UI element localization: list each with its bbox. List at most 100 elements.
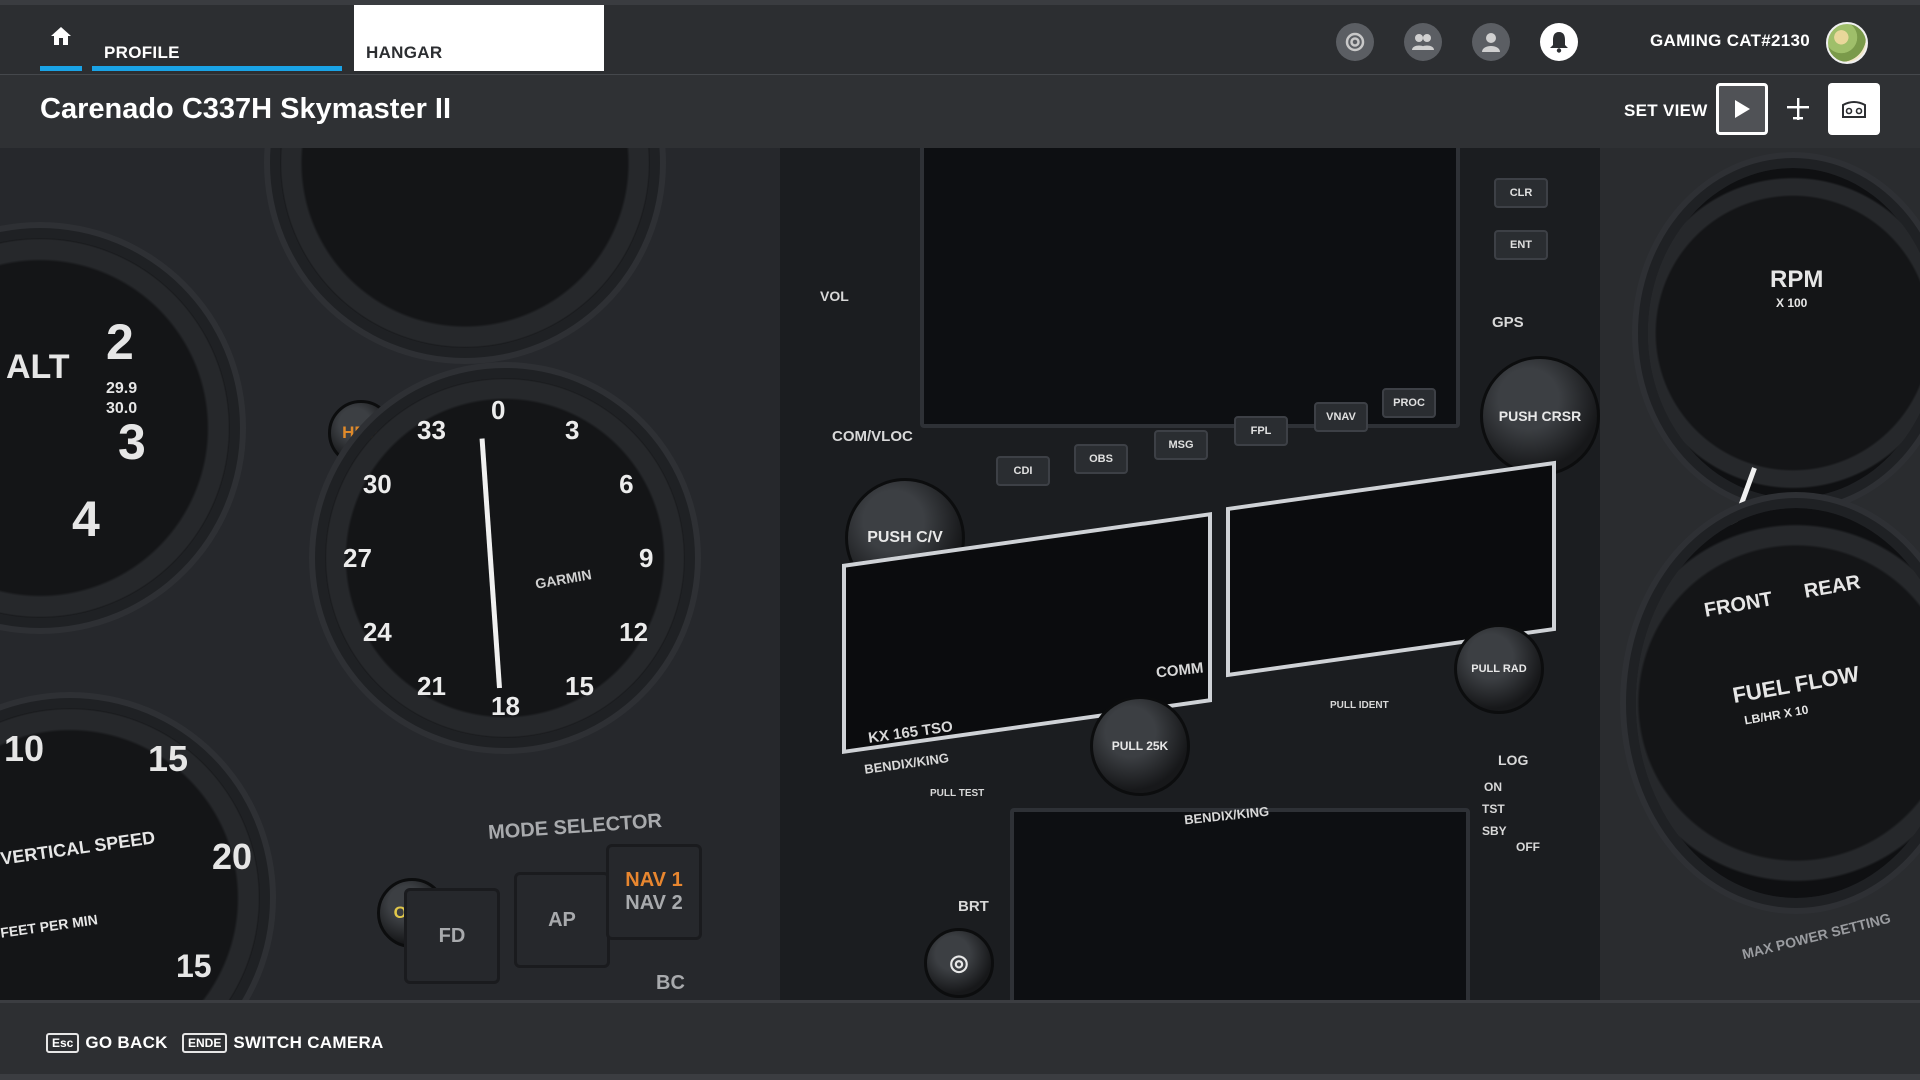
- tab-hangar[interactable]: HANGAR: [354, 5, 604, 71]
- home-tab[interactable]: [40, 5, 82, 71]
- aircraft-view-button[interactable]: [1772, 83, 1824, 135]
- rpm-label: RPM: [1770, 266, 1824, 293]
- button-label: VNAV: [1326, 411, 1356, 423]
- play-icon: [1735, 100, 1750, 118]
- vol-label: VOL: [820, 288, 849, 304]
- user-name[interactable]: GAMING CAT#2130: [1650, 31, 1810, 51]
- hsi-compass-mark: 24: [362, 617, 392, 647]
- lower-radio-screen: [1010, 808, 1470, 1000]
- set-view-label: SET VIEW: [1624, 101, 1708, 120]
- avatar[interactable]: [1826, 22, 1868, 64]
- ende-key: ENDE: [182, 1033, 228, 1053]
- log-position-tst: TST: [1482, 802, 1505, 816]
- gps-cdi-button[interactable]: CDI: [996, 456, 1050, 486]
- mode-button-nav[interactable]: NAV 1 NAV 2: [606, 844, 702, 940]
- rpm-units: X 100: [1776, 296, 1808, 310]
- vsi-mark: 15: [176, 948, 212, 984]
- rpm-gauge: [1648, 168, 1920, 498]
- gps-clr-button[interactable]: CLR: [1494, 178, 1548, 208]
- pull-25k-label: PULL 25K: [1111, 739, 1169, 753]
- tab-profile[interactable]: PROFILE: [92, 5, 342, 71]
- altimeter-label: ALT: [6, 348, 70, 386]
- hsi-compass-marks: 0 3 6 9 12 15 18 21 24 27 30 33: [325, 378, 685, 738]
- panel-view-button[interactable]: [1828, 83, 1880, 135]
- vsi-mark: 15: [148, 738, 189, 779]
- hsi-compass-mark: 30: [362, 469, 392, 499]
- mode-button-nav1-label: NAV 1: [625, 869, 683, 891]
- hsi-compass-mark: 0: [491, 395, 506, 425]
- mode-button-fd[interactable]: FD: [404, 888, 500, 984]
- page-title: Carenado C337H Skymaster II: [40, 93, 452, 125]
- nav-tuning-knob[interactable]: PULL RAD: [1454, 624, 1544, 714]
- gps-crsr-knob[interactable]: PUSH CRSR: [1480, 356, 1600, 476]
- button-label: FPL: [1250, 425, 1272, 437]
- gps-label: GPS: [1492, 314, 1524, 331]
- hsi-compass-mark: 18: [491, 691, 520, 721]
- hsi-compass-mark: 6: [619, 469, 634, 499]
- hsi-compass-mark: 15: [565, 671, 594, 702]
- gps-obs-button[interactable]: OBS: [1074, 444, 1128, 474]
- activity-icon[interactable]: [1336, 23, 1374, 61]
- gps-fpl-button[interactable]: FPL: [1234, 416, 1288, 446]
- mode-button-label: FD: [438, 924, 466, 947]
- profile-icon[interactable]: [1472, 23, 1510, 61]
- footer-divider: [0, 1074, 1920, 1080]
- button-label: PROC: [1393, 397, 1425, 409]
- log-position-on: ON: [1484, 780, 1502, 794]
- friends-icon[interactable]: [1404, 23, 1442, 61]
- hsi-compass-mark: 27: [343, 543, 372, 573]
- button-label: ENT: [1510, 239, 1532, 251]
- aircraft-icon: [1787, 98, 1809, 120]
- button-label: OBS: [1089, 453, 1113, 465]
- panel-view-icon: [1842, 101, 1866, 118]
- hsi-compass-mark: 21: [417, 671, 446, 702]
- go-back-label: GO BACK: [85, 1033, 168, 1052]
- brt-knob[interactable]: ◎: [924, 928, 994, 998]
- altimeter-digit: 2: [106, 314, 134, 370]
- bottom-hint-bar: Esc GO BACK ENDE SWITCH CAMERA: [0, 1000, 1920, 1080]
- tab-hangar-label: HANGAR: [366, 43, 443, 62]
- brt-label: BRT: [958, 898, 989, 915]
- notifications-icon[interactable]: [1540, 23, 1578, 61]
- kollsman-value: 29.9: [106, 380, 138, 397]
- altimeter-digit: 3: [118, 414, 146, 470]
- vsi-mark: 20: [212, 836, 253, 877]
- comm-tuning-knob[interactable]: PULL 25K: [1090, 696, 1190, 796]
- esc-key: Esc: [46, 1033, 80, 1053]
- mode-button-nav2-label: NAV 2: [625, 892, 683, 914]
- mode-button-ap[interactable]: AP: [514, 872, 610, 968]
- go-back-hint[interactable]: Esc GO BACK: [46, 1033, 168, 1053]
- gps-proc-button[interactable]: PROC: [1382, 388, 1436, 418]
- aircraft-header: Carenado C337H Skymaster II SET VIEW: [0, 74, 1920, 148]
- play-view-button[interactable]: [1716, 83, 1768, 135]
- gps-ent-button[interactable]: ENT: [1494, 230, 1548, 260]
- top-icon-group: [1336, 23, 1578, 61]
- pull-rad-label: PULL RAD: [1471, 663, 1527, 675]
- gps-msg-button[interactable]: MSG: [1154, 430, 1208, 460]
- hsi-compass-mark: 3: [565, 414, 580, 445]
- button-label: CLR: [1509, 187, 1533, 199]
- gps-vnav-button[interactable]: VNAV: [1314, 402, 1368, 432]
- pull-test-label: PULL TEST: [930, 788, 985, 799]
- top-navigation-bar: PROFILE HANGAR GAMING CAT#2130: [0, 0, 1920, 74]
- tab-profile-label: PROFILE: [104, 43, 180, 62]
- push-crsr-label: PUSH CRSR: [1498, 408, 1582, 424]
- switch-camera-hint[interactable]: ENDE SWITCH CAMERA: [182, 1033, 384, 1053]
- log-label: LOG: [1498, 752, 1529, 768]
- button-label: MSG: [1168, 439, 1194, 451]
- push-cv-label: PUSH C/V: [867, 529, 943, 546]
- altimeter-digit: 4: [72, 491, 100, 547]
- log-position-sby: SBY: [1482, 824, 1507, 838]
- mode-button-label: AP: [548, 908, 576, 931]
- home-icon: [51, 26, 71, 45]
- cockpit-view[interactable]: HDG ALT 2 3 4 29.9 30.0 0 3 6 9 12 15 18 21 24 27…: [0, 148, 1920, 1000]
- hsi-compass-mark: 12: [619, 617, 649, 647]
- hsi-compass-mark: 9: [639, 543, 654, 573]
- button-label: CDI: [1013, 465, 1033, 477]
- log-position-off: OFF: [1516, 840, 1540, 854]
- vsi-mark: 10: [4, 728, 45, 769]
- kollsman-value: 30.0: [106, 400, 138, 417]
- hsi-compass-mark: 33: [417, 414, 446, 445]
- switch-camera-label: SWITCH CAMERA: [233, 1033, 384, 1052]
- com-vloc-label: COM/VLOC: [832, 428, 913, 445]
